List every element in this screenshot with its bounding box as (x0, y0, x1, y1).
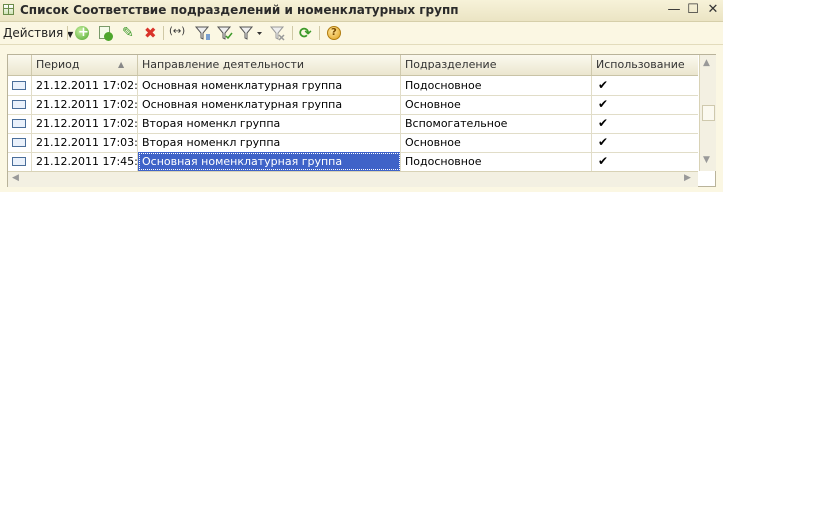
cell-direction[interactable]: Основная номенклатурная группа (138, 152, 401, 171)
sort-ascending-icon: ▲ (118, 60, 125, 69)
filter-menu-icon (238, 26, 262, 40)
filter-clear-icon (269, 26, 285, 41)
header-icon-column (8, 55, 32, 75)
list-window: Список Соответствие подразделений и номе… (0, 0, 723, 192)
toolbar-separator (319, 26, 320, 40)
register-record-icon (12, 81, 26, 90)
column-header-usage[interactable]: Использование (592, 55, 698, 75)
table-row[interactable]: 21.12.2011 17:03:... Вторая номенкл групп… (8, 133, 698, 153)
checkmark-icon: ✔ (598, 78, 609, 92)
refresh-button[interactable]: ⟳ (297, 24, 315, 42)
delete-icon: ✖ (144, 24, 157, 42)
column-header-label: Период (36, 58, 80, 71)
actions-menu-button[interactable]: Действия ▼ (3, 26, 73, 40)
cell-usage[interactable]: ✔ (592, 76, 698, 95)
checkmark-icon: ✔ (598, 135, 609, 149)
scroll-thumb[interactable] (702, 105, 715, 121)
row-icon-cell (8, 114, 32, 133)
interval-button[interactable]: (↔) (168, 24, 190, 42)
register-record-icon (12, 100, 26, 109)
scroll-left-icon[interactable]: ◀ (12, 173, 19, 183)
checkmark-icon: ✔ (598, 116, 609, 130)
cell-usage[interactable]: ✔ (592, 133, 698, 152)
table-icon (3, 4, 14, 15)
cell-usage[interactable]: ✔ (592, 95, 698, 114)
cell-direction[interactable]: Вторая номенкл группа (138, 133, 401, 152)
row-icon-cell (8, 133, 32, 152)
register-record-icon (12, 119, 26, 128)
table-row[interactable]: 21.12.2011 17:02:... Основная номенклатур… (8, 76, 698, 96)
checkmark-icon: ✔ (598, 97, 609, 111)
edit-button[interactable]: ✎ (118, 24, 136, 42)
close-button[interactable]: ✕ (705, 2, 721, 18)
cell-direction[interactable]: Вторая номенкл группа (138, 114, 401, 133)
data-table: Период ▲ Направление деятельности Подраз… (7, 54, 716, 187)
register-record-icon (12, 157, 26, 166)
toolbar-separator (292, 26, 293, 40)
scroll-down-icon[interactable]: ▼ (703, 155, 710, 165)
filter-icon (194, 26, 210, 40)
minimize-button[interactable]: — (666, 2, 682, 18)
help-button[interactable]: ? (325, 24, 343, 42)
cell-direction[interactable]: Основная номенклатурная группа (138, 76, 401, 95)
filter-clear-button[interactable] (269, 24, 287, 42)
cell-usage[interactable]: ✔ (592, 114, 698, 133)
cell-division[interactable]: Подосновное (401, 76, 592, 95)
cell-division[interactable]: Подосновное (401, 152, 592, 171)
filter-button[interactable] (194, 24, 212, 42)
actions-label: Действия (3, 26, 64, 40)
cell-period[interactable]: 21.12.2011 17:45:... (32, 152, 138, 171)
refresh-icon: ⟳ (299, 24, 312, 42)
copy-button[interactable] (96, 24, 114, 42)
filter-set-icon (216, 26, 233, 40)
table-row[interactable]: 21.12.2011 17:02:... Основная номенклатур… (8, 95, 698, 115)
edit-icon: ✎ (122, 25, 134, 41)
scroll-up-icon[interactable]: ▲ (703, 58, 710, 68)
toolbar: Действия ▼ + ✎ ✖ (↔) ⟳ ? (0, 22, 723, 45)
maximize-button[interactable]: ☐ (685, 2, 701, 18)
window-title: Список Соответствие подразделений и номе… (20, 3, 459, 17)
cell-division[interactable]: Вспомогательное (401, 114, 592, 133)
interval-icon: (↔) (169, 26, 186, 37)
column-header-division[interactable]: Подразделение (401, 55, 592, 75)
help-glyph: ? (331, 27, 337, 38)
add-button[interactable]: + (73, 24, 91, 42)
row-icon-cell (8, 76, 32, 95)
toolbar-separator (163, 26, 164, 40)
register-record-icon (12, 138, 26, 147)
horizontal-scrollbar[interactable]: ◀ ▶ (8, 171, 698, 187)
row-icon-cell (8, 152, 32, 171)
cell-direction[interactable]: Основная номенклатурная группа (138, 95, 401, 114)
title-bar: Список Соответствие подразделений и номе… (0, 0, 723, 22)
toolbar-separator (67, 26, 68, 40)
checkmark-icon: ✔ (598, 154, 609, 168)
table-row[interactable]: 21.12.2011 17:02:... Вторая номенкл групп… (8, 114, 698, 134)
vertical-scrollbar[interactable]: ▲ ▼ (699, 55, 716, 171)
delete-button[interactable]: ✖ (141, 24, 159, 42)
row-icon-cell (8, 95, 32, 114)
scroll-right-icon[interactable]: ▶ (684, 173, 691, 183)
cell-division[interactable]: Основное (401, 95, 592, 114)
filter-set-button[interactable] (216, 24, 234, 42)
cell-period[interactable]: 21.12.2011 17:02:... (32, 76, 138, 95)
column-header-period[interactable]: Период ▲ (32, 55, 138, 75)
column-header-direction[interactable]: Направление деятельности (138, 55, 401, 75)
cell-period[interactable]: 21.12.2011 17:02:... (32, 114, 138, 133)
table-header: Период ▲ Направление деятельности Подраз… (8, 55, 698, 76)
cell-division[interactable]: Основное (401, 133, 592, 152)
cell-period[interactable]: 21.12.2011 17:02:... (32, 95, 138, 114)
cell-period[interactable]: 21.12.2011 17:03:... (32, 133, 138, 152)
table-row[interactable]: 21.12.2011 17:45:... Основная номенклатур… (8, 152, 698, 172)
cell-usage[interactable]: ✔ (592, 152, 698, 171)
filter-menu-button[interactable] (238, 24, 264, 42)
